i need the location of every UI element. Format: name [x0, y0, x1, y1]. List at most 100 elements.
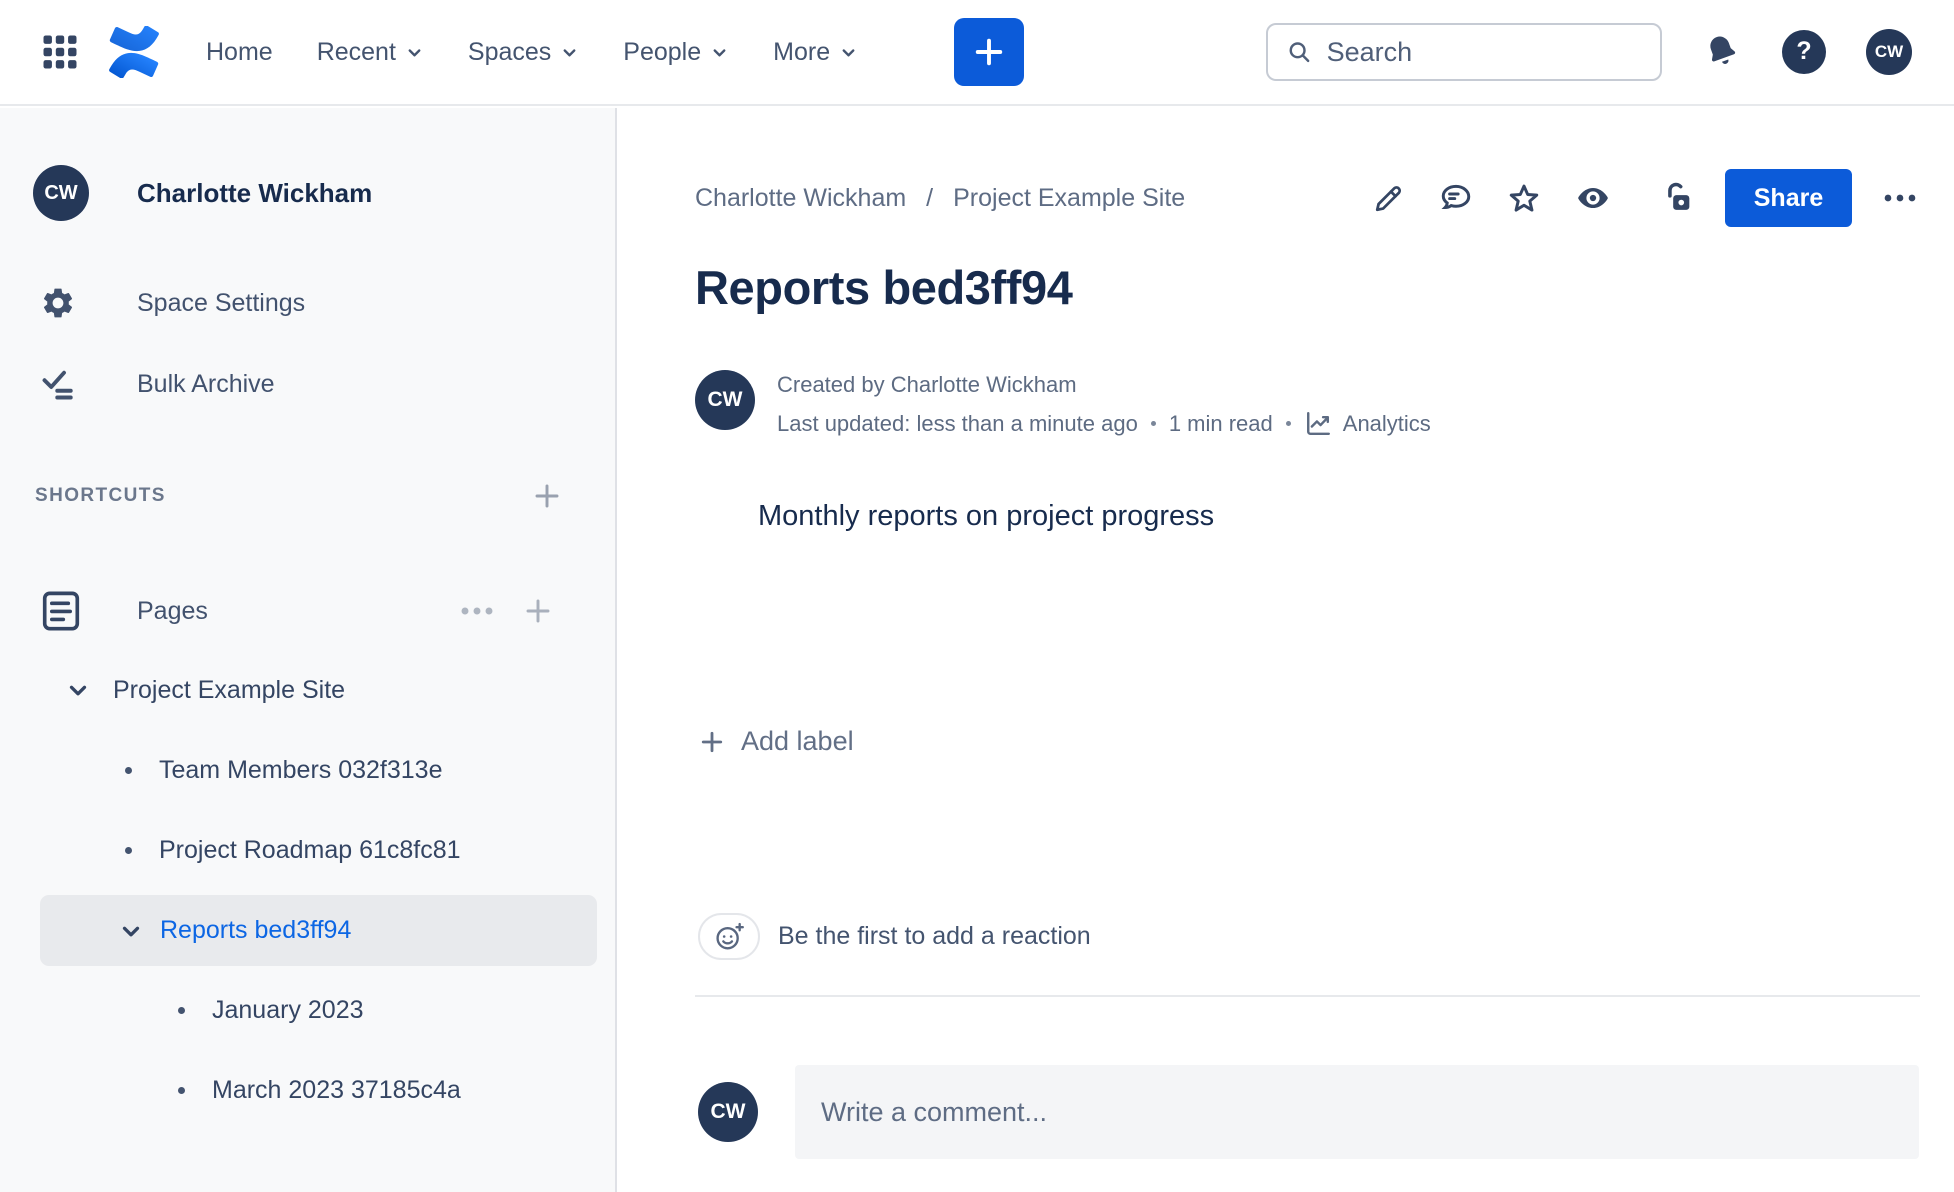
restrictions-button[interactable]	[1661, 181, 1695, 215]
reactions-section: Be the first to add a reaction	[698, 913, 1091, 960]
bullet-icon	[178, 1006, 185, 1014]
pages-more-button[interactable]	[458, 595, 496, 627]
search-input[interactable]	[1326, 36, 1642, 68]
pages-actions	[458, 595, 554, 627]
plus-icon	[526, 599, 550, 623]
analytics-icon	[1306, 412, 1330, 435]
sidebar-item-label: Space Settings	[137, 288, 306, 317]
nav-people-label: People	[623, 37, 702, 66]
comments-button[interactable]	[1439, 181, 1473, 215]
sidebar-item-pages[interactable]: Pages	[38, 583, 208, 639]
space-sidebar: CW Charlotte Wickham Space Settings Bulk…	[0, 108, 617, 1192]
nav-recent-label: Recent	[316, 37, 396, 66]
share-button-label: Share	[1753, 183, 1824, 212]
sidebar-item-label: Bulk Archive	[137, 369, 275, 398]
search-icon	[1289, 42, 1310, 63]
tree-item-label: Project Roadmap 61c8fc81	[159, 835, 461, 864]
commenter-avatar: CW	[698, 1082, 758, 1142]
pages-label: Pages	[137, 596, 208, 625]
author-avatar[interactable]: CW	[695, 370, 755, 430]
breadcrumb: Charlotte Wickham / Project Example Site	[695, 172, 1185, 224]
nav-more-label: More	[773, 37, 831, 66]
breadcrumb-parent-link[interactable]: Project Example Site	[953, 184, 1185, 213]
notifications-button[interactable]	[1702, 32, 1742, 72]
add-reaction-button[interactable]	[698, 913, 760, 960]
space-name: Charlotte Wickham	[137, 177, 373, 208]
chevron-down-icon	[563, 48, 576, 56]
nav-people[interactable]: People	[623, 38, 729, 67]
bullet-icon	[125, 766, 132, 774]
confluence-logo[interactable]	[108, 26, 160, 78]
shortcuts-header: SHORTCUTS	[35, 485, 166, 506]
tree-item-label: Reports bed3ff94	[160, 916, 352, 944]
breadcrumb-space-link[interactable]: Charlotte Wickham	[695, 184, 906, 213]
ellipsis-icon	[1884, 194, 1916, 202]
share-button[interactable]: Share	[1725, 169, 1852, 227]
edit-pencil-icon	[1375, 185, 1401, 211]
help-button[interactable]	[1782, 30, 1826, 74]
nav-spaces[interactable]: Spaces	[468, 38, 579, 67]
watch-button[interactable]	[1575, 180, 1611, 216]
tree-item-january-2023[interactable]: January 2023	[178, 988, 364, 1032]
analytics-label: Analytics	[1342, 410, 1431, 436]
tree-item-label: January 2023	[212, 995, 364, 1024]
tree-item-reports-selected[interactable]: Reports bed3ff94	[40, 895, 597, 966]
read-time-text: 1 min read	[1168, 410, 1273, 436]
comment-section: CW	[698, 1065, 1919, 1159]
tree-item-project-example-site[interactable]: Project Example Site	[65, 668, 345, 712]
profile-avatar-initials: CW	[1874, 42, 1904, 61]
bullet-icon	[125, 846, 132, 854]
more-actions-button[interactable]	[1880, 182, 1920, 214]
space-header[interactable]: CW Charlotte Wickham	[33, 163, 372, 223]
byline: CW Created by Charlotte Wickham Last upd…	[695, 370, 1431, 438]
breadcrumb-separator: /	[926, 183, 934, 212]
pages-icon	[42, 591, 80, 631]
topnav-right-cluster: CW	[1266, 23, 1912, 81]
plus-icon	[535, 484, 559, 508]
tree-item-team-members[interactable]: Team Members 032f313e	[125, 748, 442, 792]
confluence-logo-icon	[109, 26, 159, 78]
add-shortcut-button[interactable]	[531, 480, 563, 512]
ellipsis-icon	[461, 607, 493, 615]
unlock-icon	[1668, 182, 1690, 210]
edit-button[interactable]	[1372, 182, 1405, 215]
comment-bubble-icon	[1441, 184, 1471, 209]
created-by-text: Created by Charlotte Wickham	[777, 372, 1077, 397]
plus-icon	[975, 38, 1003, 66]
nav-home[interactable]: Home	[206, 38, 273, 67]
add-page-button[interactable]	[522, 595, 554, 627]
analytics-link[interactable]: Analytics	[1304, 409, 1431, 438]
emoji-add-icon	[715, 922, 744, 949]
app-switcher-button[interactable]	[38, 30, 82, 74]
profile-avatar[interactable]: CW	[1866, 29, 1912, 75]
sidebar-item-bulk-archive[interactable]: Bulk Archive	[40, 362, 275, 406]
dot-separator	[1150, 421, 1156, 426]
reaction-prompt: Be the first to add a reaction	[778, 922, 1091, 950]
star-button[interactable]	[1507, 181, 1541, 215]
bulk-archive-icon	[42, 370, 73, 400]
comment-box[interactable]	[795, 1065, 1919, 1159]
last-updated-text: Last updated: less than a minute ago	[777, 410, 1138, 436]
chevron-down-icon	[842, 48, 855, 56]
sidebar-item-space-settings[interactable]: Space Settings	[40, 281, 305, 325]
star-icon	[1509, 184, 1539, 212]
bell-icon	[1710, 36, 1736, 64]
gear-icon	[43, 288, 73, 318]
bullet-icon	[178, 1086, 185, 1094]
nav-more[interactable]: More	[773, 38, 858, 67]
content-divider	[695, 995, 1920, 997]
search-box[interactable]	[1266, 23, 1662, 81]
comment-input[interactable]	[795, 1096, 1919, 1128]
chevron-down-icon	[122, 926, 140, 936]
page-toolbar: Share	[1372, 168, 1920, 228]
shortcuts-section: SHORTCUTS	[35, 474, 563, 518]
add-label-button[interactable]: Add label	[698, 726, 854, 757]
nav-recent[interactable]: Recent	[317, 38, 424, 67]
tree-item-label: Team Members 032f313e	[159, 755, 443, 784]
tree-item-march-2023[interactable]: March 2023 37185c4a	[178, 1068, 461, 1112]
tree-item-project-roadmap[interactable]: Project Roadmap 61c8fc81	[125, 828, 461, 872]
page-title: Reports bed3ff94	[695, 261, 1073, 314]
nav-home-label: Home	[206, 37, 273, 66]
create-button[interactable]	[954, 18, 1025, 86]
space-avatar: CW	[33, 165, 89, 221]
